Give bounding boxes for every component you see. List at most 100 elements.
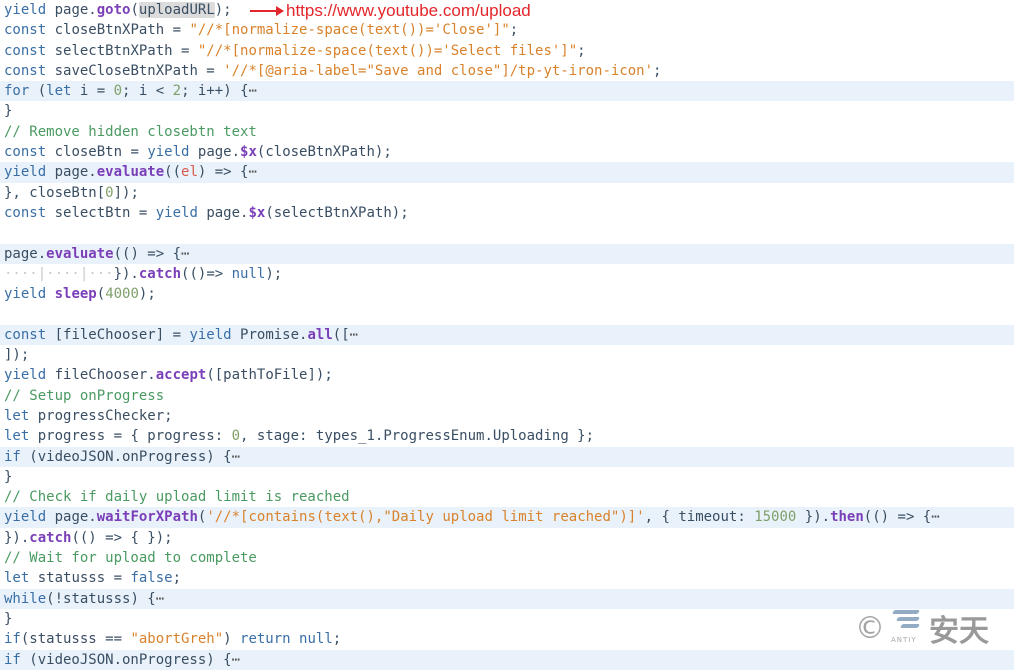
- code-token: ;: [653, 62, 662, 79]
- fold-ellipsis-icon[interactable]: ⋯: [232, 652, 240, 668]
- code-editor[interactable]: yield page.goto(uploadURL); const closeBt…: [0, 0, 1014, 672]
- code-token: yield: [4, 286, 47, 303]
- logo-small-text: ANTIY: [891, 636, 917, 644]
- code-token: then: [830, 509, 864, 526]
- code-token: ; i <: [122, 83, 173, 100]
- code-line-folded[interactable]: yield page.waitForXPath('//*[contains(te…: [0, 507, 1014, 528]
- code-token: let: [4, 407, 30, 424]
- red-arrow-icon: [250, 4, 284, 18]
- code-line[interactable]: let statusss = false;: [0, 568, 1014, 588]
- fold-ellipsis-icon[interactable]: ⋯: [931, 509, 939, 525]
- fold-ellipsis-icon[interactable]: ⋯: [249, 83, 257, 99]
- logo-chinese-text: 安天: [929, 614, 989, 649]
- code-token: saveCloseBtnXPath =: [46, 62, 224, 79]
- code-token: ;: [172, 570, 182, 587]
- code-line[interactable]: const closeBtnXPath = "//*[normalize-spa…: [0, 20, 1014, 40]
- code-token: );: [265, 265, 283, 282]
- code-token: yield: [4, 509, 47, 526]
- code-token: yield: [189, 326, 232, 343]
- code-token: if: [4, 651, 21, 668]
- code-token: selectBtn =: [46, 204, 156, 221]
- code-line-folded[interactable]: for (let i = 0; i < 2; i++) {⋯: [0, 81, 1014, 102]
- code-token: const: [4, 204, 47, 221]
- code-token: ; i++) {: [181, 83, 249, 100]
- code-token: return: [240, 631, 291, 648]
- code-token: uploadURL: [138, 2, 215, 18]
- code-token: );: [214, 2, 232, 18]
- code-line-folded[interactable]: if (videoJSON.onProgress) {⋯: [0, 446, 1014, 467]
- fold-ellipsis-icon[interactable]: ⋯: [248, 164, 256, 180]
- code-line[interactable]: const saveCloseBtnXPath = '//*[@aria-lab…: [0, 61, 1014, 81]
- code-token: (() => { });: [71, 529, 173, 546]
- code-token: $x: [240, 144, 257, 161]
- code-token: }).: [796, 509, 831, 526]
- code-token: page.: [46, 2, 97, 18]
- code-token: 4000: [105, 286, 139, 303]
- code-token: 0: [231, 428, 241, 445]
- code-token: el: [181, 164, 198, 181]
- code-token: (statusss ==: [20, 631, 131, 648]
- code-line[interactable]: let progressChecker;: [0, 406, 1014, 426]
- code-token: (!statusss) {: [46, 590, 156, 607]
- code-line[interactable]: yield sleep(4000);: [0, 284, 1014, 304]
- code-token: // Remove hidden closebtn text: [4, 123, 257, 140]
- code-line[interactable]: }: [0, 467, 1014, 487]
- code-line[interactable]: [0, 223, 1014, 243]
- code-token: if: [4, 448, 21, 465]
- code-line[interactable]: // Wait for upload to complete: [0, 548, 1014, 568]
- code-token: (() => {: [863, 509, 932, 526]
- code-token: ;: [577, 42, 586, 59]
- code-token: }, closeBtn[: [4, 184, 106, 201]
- fold-ellipsis-icon[interactable]: ⋯: [350, 327, 358, 343]
- code-line[interactable]: }, closeBtn[0]);: [0, 183, 1014, 203]
- code-line[interactable]: // Check if daily upload limit is reache…: [0, 487, 1014, 507]
- code-line-folded[interactable]: yield page.evaluate((el) => {⋯: [0, 162, 1014, 183]
- code-token: const: [4, 62, 47, 79]
- code-line[interactable]: const selectBtnXPath = "//*[normalize-sp…: [0, 41, 1014, 61]
- code-token: statusss =: [29, 570, 131, 587]
- code-token: 0: [105, 184, 114, 201]
- fold-ellipsis-icon[interactable]: ⋯: [232, 449, 240, 465]
- code-line[interactable]: ····|····|···}).catch(()=> null);: [0, 264, 1014, 284]
- code-token: '//*[@aria-label="Save and close"]/tp-yt…: [223, 62, 654, 79]
- code-token: "abortGreh": [130, 631, 224, 648]
- code-line[interactable]: // Setup onProgress: [0, 386, 1014, 406]
- code-line-folded[interactable]: const [fileChooser] = yield Promise.all(…: [0, 324, 1014, 346]
- code-line-folded[interactable]: page.evaluate(() => {⋯: [0, 243, 1014, 264]
- code-line[interactable]: const selectBtn = yield page.$x(selectBt…: [0, 203, 1014, 223]
- code-line[interactable]: let progress = { progress: 0, stage: typ…: [0, 426, 1014, 446]
- antiy-logo-icon: ANTIY: [891, 606, 925, 650]
- code-line[interactable]: yield fileChooser.accept([pathToFile]);: [0, 365, 1014, 385]
- code-line[interactable]: // Remove hidden closebtn text: [0, 122, 1014, 142]
- code-token: page.: [46, 509, 97, 526]
- code-token: sleep: [54, 286, 97, 303]
- code-token: '//*[contains(text(),"Daily upload limit…: [206, 509, 645, 526]
- code-token: ((: [164, 164, 182, 181]
- fold-ellipsis-icon[interactable]: ⋯: [181, 246, 189, 262]
- code-line[interactable]: const closeBtn = yield page.$x(closeBtnX…: [0, 142, 1014, 162]
- code-token: );: [138, 286, 156, 303]
- code-token: evaluate: [96, 164, 165, 181]
- code-token: page.: [189, 144, 241, 161]
- fold-ellipsis-icon[interactable]: ⋯: [156, 591, 164, 607]
- code-token: const: [4, 22, 47, 39]
- code-token: selectBtnXPath =: [46, 42, 198, 59]
- code-line[interactable]: ]);: [0, 345, 1014, 365]
- code-token: ;: [509, 22, 519, 39]
- code-token: (videoJSON.onProgress) {: [20, 448, 232, 465]
- code-token: progress = { progress:: [29, 428, 232, 445]
- code-line[interactable]: [0, 304, 1014, 324]
- code-line[interactable]: }: [0, 101, 1014, 121]
- code-token: yield: [4, 367, 47, 384]
- code-token: const: [4, 144, 47, 161]
- code-token: yield: [155, 204, 198, 221]
- code-token: (videoJSON.onProgress) {: [20, 651, 232, 668]
- code-line[interactable]: }).catch(() => { });: [0, 528, 1014, 548]
- code-token: yield: [4, 2, 47, 18]
- code-token: (selectBtnXPath);: [265, 204, 409, 221]
- code-token: null: [299, 631, 333, 648]
- watermark: © ANTIY 安天: [855, 606, 989, 650]
- code-line-folded[interactable]: if (videoJSON.onProgress) {⋯: [0, 649, 1014, 670]
- code-token: }: [4, 103, 13, 120]
